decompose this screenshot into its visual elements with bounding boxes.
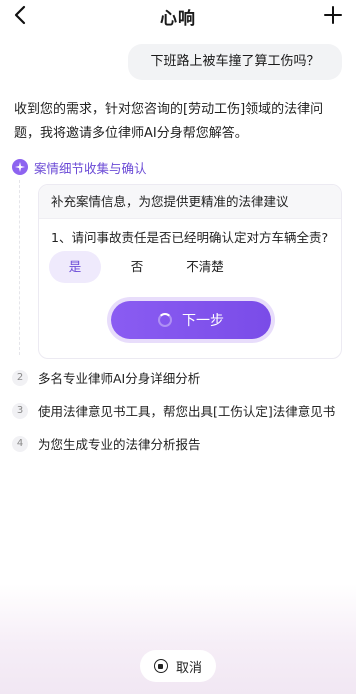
step-2-label: 多名专业律师AI分身详细分析 (38, 371, 201, 386)
step-2: 2 多名专业律师AI分身详细分析 (12, 368, 200, 387)
next-step-button[interactable]: 下一步 (111, 301, 271, 339)
case-info-card: 补充案情信息，为您提供更精准的法律建议 1、请问事故责任是否已经明确认定对方车辆… (38, 184, 342, 359)
step-4: 4 为您生成专业的法律分析报告 (12, 434, 201, 453)
plus-icon[interactable] (322, 4, 344, 26)
step-number: 4 (12, 435, 28, 452)
stop-icon (153, 659, 168, 673)
option-no[interactable]: 否 (111, 251, 163, 283)
cancel-button[interactable]: 取消 (140, 650, 216, 682)
sparkle-icon (12, 159, 28, 175)
step-3: 3 使用法律意见书工具，帮您出具[工伤认定]法律意见书 (12, 401, 335, 420)
option-unsure[interactable]: 不清楚 (173, 251, 237, 283)
step-1: 案情细节收集与确认 (12, 157, 147, 177)
step-timeline-line (19, 180, 20, 355)
page-title: 心响 (160, 9, 196, 29)
step-number: 2 (12, 369, 28, 386)
user-message-bubble: 下班路上被车撞了算工伤吗？ (128, 44, 342, 80)
card-header: 补充案情信息，为您提供更精准的法律建议 (39, 185, 341, 219)
loading-spinner-icon (158, 313, 172, 327)
card-question: 1、请问事故责任是否已经明确认定对方车辆全责? (51, 230, 329, 245)
step-3-label: 使用法律意见书工具，帮您出具[工伤认定]法律意见书 (38, 404, 336, 419)
step-1-label: 案情细节收集与确认 (34, 160, 147, 176)
answer-options: 是 否 不清楚 (49, 251, 247, 283)
next-step-label: 下一步 (182, 313, 224, 329)
step-number: 3 (12, 402, 28, 419)
option-yes[interactable]: 是 (49, 251, 101, 283)
step-4-label: 为您生成专业的法律分析报告 (38, 437, 201, 452)
top-bar: 心响 (0, 0, 356, 30)
cancel-label: 取消 (175, 660, 202, 676)
assistant-reply: 收到您的需求，针对您咨询的[劳动工伤]领域的法律问题，我将邀请多位律师AI分身帮… (14, 102, 324, 141)
